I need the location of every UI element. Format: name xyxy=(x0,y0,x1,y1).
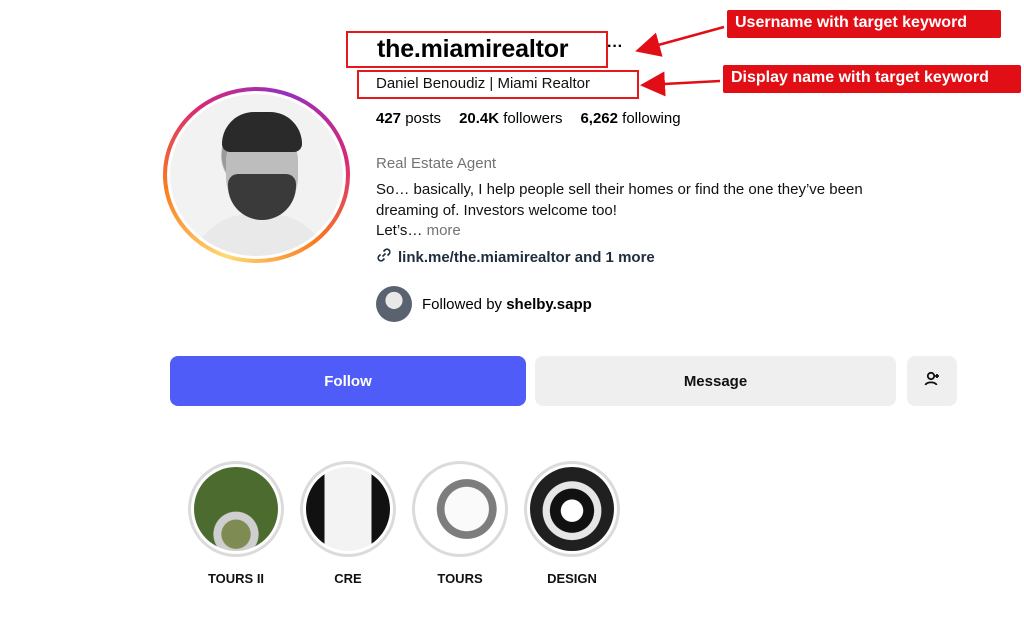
followed-by-user[interactable]: shelby.sapp xyxy=(506,296,592,313)
highlight-cover-image xyxy=(530,467,614,551)
story-highlight-design[interactable]: DESIGN xyxy=(524,461,620,586)
following-stat[interactable]: 6,262 following xyxy=(580,110,680,127)
display-name-callout-arrow xyxy=(640,71,721,97)
followers-label: followers xyxy=(503,110,563,127)
followed-by-text: Followed by shelby.sapp xyxy=(422,296,592,313)
profile-link[interactable]: link.me/the.miamirealtor and 1 more xyxy=(376,247,655,267)
highlight-ring xyxy=(524,461,620,557)
story-highlight-tours-ii[interactable]: TOURS II xyxy=(188,461,284,586)
bio-line-2: Let’s… xyxy=(376,222,423,239)
following-label: following xyxy=(622,110,681,127)
story-highlight-cre[interactable]: CRE xyxy=(300,461,396,586)
highlight-cover-image xyxy=(194,467,278,551)
display-name-callout: Display name with target keyword xyxy=(723,65,1021,93)
highlight-ring xyxy=(412,461,508,557)
link-text: link.me/the.miamirealtor and 1 more xyxy=(398,248,655,266)
highlight-cover-image xyxy=(306,467,390,551)
follow-button[interactable]: Follow xyxy=(170,356,526,406)
highlight-ring xyxy=(188,461,284,557)
bio-continuation: Let’s… more xyxy=(376,222,461,239)
profile-stats: 427 posts 20.4K followers 6,262 followin… xyxy=(376,110,681,127)
highlight-cover-image xyxy=(418,467,502,551)
followed-by[interactable]: Followed by shelby.sapp xyxy=(376,286,592,322)
highlight-ring xyxy=(300,461,396,557)
highlight-label: TOURS II xyxy=(207,571,265,586)
add-person-icon xyxy=(922,369,942,394)
follower-avatar[interactable] xyxy=(376,286,412,322)
following-count: 6,262 xyxy=(580,110,618,127)
story-highlight-tours[interactable]: TOURS xyxy=(412,461,508,586)
message-button[interactable]: Message xyxy=(535,356,896,406)
profile-bio: So… basically, I help people sell their … xyxy=(376,181,863,219)
highlight-label: DESIGN xyxy=(547,571,597,586)
link-icon xyxy=(376,247,392,267)
followed-by-prefix: Followed by xyxy=(422,295,503,313)
followers-stat[interactable]: 20.4K followers xyxy=(459,110,562,127)
profile-category: Real Estate Agent xyxy=(376,155,497,172)
bio-more-link[interactable]: more xyxy=(427,222,461,239)
posts-count: 427 xyxy=(376,110,402,127)
posts-stat[interactable]: 427 posts xyxy=(376,110,441,127)
suggested-users-button[interactable] xyxy=(907,356,957,406)
posts-label: posts xyxy=(405,110,442,127)
username-callout-arrow xyxy=(635,25,725,57)
highlight-label: CRE xyxy=(334,571,362,586)
followers-count: 20.4K xyxy=(459,110,500,127)
username-callout: Username with target keyword xyxy=(727,10,1001,38)
highlight-label: TOURS xyxy=(437,571,483,586)
